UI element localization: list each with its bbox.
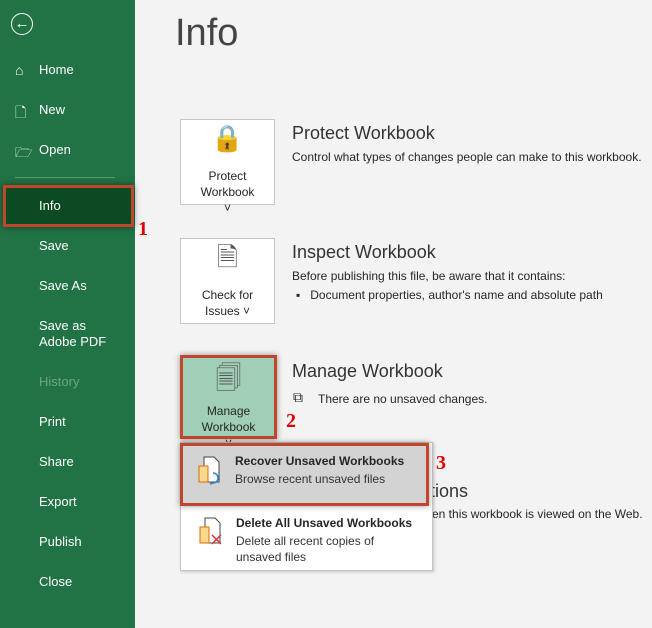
browser-view-desc-fragment: en this workbook is viewed on the Web. — [432, 507, 643, 521]
annotation-2: 2 — [286, 410, 296, 432]
protect-title: Protect Workbook — [292, 123, 435, 143]
delete-title: Delete All Unsaved Workbooks — [236, 516, 413, 530]
inspect-bullet-text: Document properties, author's name and a… — [310, 288, 603, 302]
protect-workbook-button[interactable]: 🔒 Protect Workbook ˅ — [180, 119, 275, 215]
protect-button-label: Protect Workbook ˅ — [200, 169, 255, 215]
backstage-sidebar: ← ⌂ Home 🗋 New 🗁 Open Info Save Save As Sav… — [0, 0, 135, 628]
page-title: Info — [175, 12, 239, 54]
versions-icon: ⧉ — [293, 389, 303, 405]
back-arrow-icon[interactable]: ← — [11, 13, 33, 35]
new-doc-icon: 🗋 — [15, 104, 27, 120]
home-icon: ⌂ — [15, 62, 24, 78]
sidebar-item-info[interactable] — [3, 185, 134, 227]
inspect-bullet: ▪ Document properties, author's name and… — [296, 288, 603, 302]
recover-doc-icon — [198, 456, 220, 485]
inspect-desc: Before publishing this file, be aware th… — [292, 269, 566, 283]
inspect-title: Inspect Workbook — [292, 242, 436, 262]
menu-item-delete-unsaved[interactable]: Delete All Unsaved Workbooks Delete all … — [181, 509, 432, 569]
delete-doc-icon — [199, 517, 222, 545]
annotation-3: 3 — [436, 452, 446, 474]
recover-title: Recover Unsaved Workbooks — [235, 454, 405, 468]
annotation-1: 1 — [138, 218, 148, 240]
check-issues-label: Check for Issues ˅ — [201, 288, 254, 318]
recover-desc: Browse recent unsaved files — [235, 472, 386, 486]
lock-icon: 🔒 — [211, 123, 244, 153]
inspect-doc-icon: 🗎 — [217, 242, 238, 272]
check-for-issues-button[interactable]: 🗎 Check for Issues ˅ — [180, 238, 275, 324]
folder-icon: 🗁 — [15, 144, 33, 160]
browser-view-title-fragment: tions — [430, 481, 469, 501]
protect-desc: Control what types of changes people can… — [292, 150, 642, 164]
manage-doc-icon: 🗐 — [215, 363, 242, 393]
manage-workbook-button[interactable]: 🗐 Manage Workbook ˅ — [180, 355, 277, 450]
sidebar-divider — [15, 177, 115, 178]
manage-desc: There are no unsaved changes. — [318, 392, 488, 406]
delete-desc: Delete all recent copies of unsaved file… — [236, 534, 375, 564]
manage-title: Manage Workbook — [292, 361, 443, 381]
menu-item-recover-unsaved[interactable]: Recover Unsaved Workbooks Browse recent … — [180, 443, 429, 506]
